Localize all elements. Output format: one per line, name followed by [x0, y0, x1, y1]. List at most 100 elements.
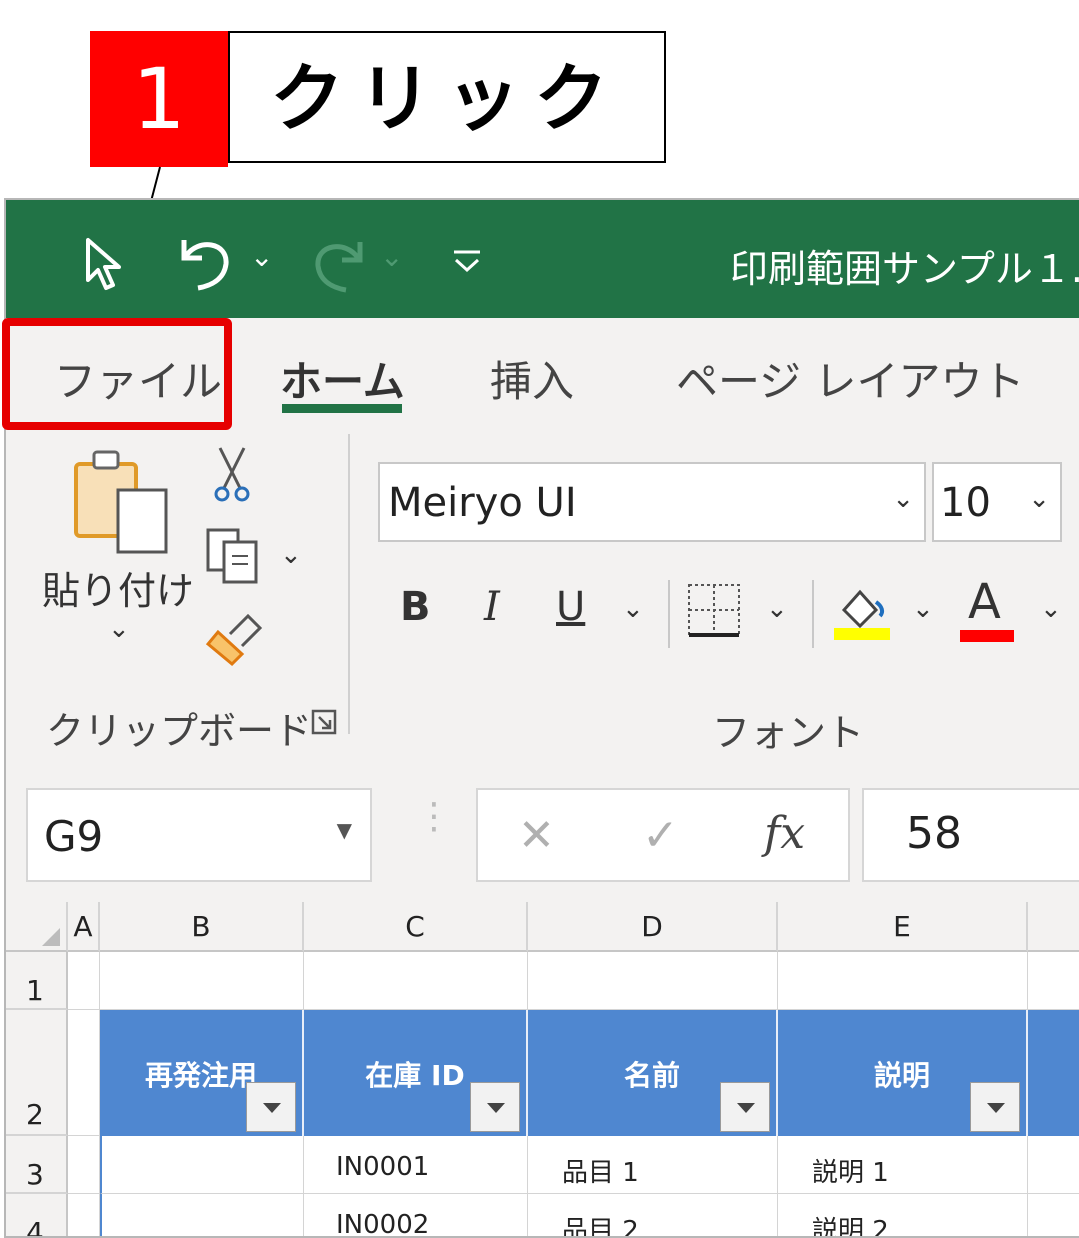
- borders-icon[interactable]: [686, 582, 742, 638]
- cut-icon[interactable]: [210, 444, 254, 504]
- table-cell[interactable]: IN0001: [304, 1136, 528, 1194]
- copy-icon[interactable]: [204, 526, 268, 586]
- borders-dropdown-chevron-icon[interactable]: ⌄: [766, 594, 788, 624]
- table-cell[interactable]: IN0002: [304, 1194, 528, 1236]
- table-header-label: 在庫 ID: [365, 1059, 465, 1092]
- select-all-corner[interactable]: [6, 902, 68, 952]
- table-cell[interactable]: [100, 1136, 304, 1194]
- paste-dropdown-chevron-icon[interactable]: ⌄: [108, 614, 130, 644]
- table-cell[interactable]: 説明 2: [778, 1194, 1028, 1236]
- ribbon-home: 貼り付け ⌄ ⌄ クリップボード Meiryo UI ⌄ 10 ⌄ B I U …: [6, 434, 1079, 755]
- table-header-label: 説明: [873, 1059, 930, 1092]
- font-name-chevron-icon[interactable]: ⌄: [892, 484, 914, 514]
- select-all-icon: [42, 928, 60, 946]
- font-group-label: フォント: [712, 711, 865, 755]
- column-header-e[interactable]: E: [778, 902, 1028, 952]
- toolbar-separator: [668, 580, 670, 648]
- table-cell[interactable]: [1028, 1194, 1079, 1236]
- filter-dropdown-icon[interactable]: [246, 1082, 296, 1132]
- column-header-b[interactable]: B: [100, 902, 304, 952]
- filter-dropdown-icon[interactable]: [970, 1082, 1020, 1132]
- customize-toolbar-icon[interactable]: [450, 248, 484, 274]
- table-cell[interactable]: 説明 1: [778, 1136, 1028, 1194]
- clipboard-group-label: クリップボード: [46, 709, 313, 753]
- redo-dropdown-chevron-icon: ⌄: [380, 240, 404, 273]
- column-header-d[interactable]: D: [528, 902, 778, 952]
- clipboard-launcher-icon[interactable]: [310, 708, 338, 736]
- formula-bar-grip-icon[interactable]: ⋮: [416, 799, 452, 835]
- cell[interactable]: [68, 952, 100, 1010]
- redo-icon: [315, 242, 363, 293]
- table-header-cell[interactable]: 名前: [528, 1010, 778, 1136]
- cell[interactable]: [68, 1194, 100, 1236]
- cell[interactable]: [528, 952, 778, 1010]
- enter-icon[interactable]: ✓: [642, 810, 679, 861]
- paste-icon[interactable]: [72, 444, 172, 556]
- cell[interactable]: [68, 1136, 100, 1194]
- font-size-chevron-icon[interactable]: ⌄: [1028, 484, 1050, 514]
- table-header-cell[interactable]: [1028, 1010, 1079, 1136]
- table-cell[interactable]: 品目 2: [528, 1194, 778, 1236]
- font-color-swatch: [960, 630, 1014, 642]
- table-header-label: 再発注用: [144, 1059, 257, 1092]
- undo-dropdown-chevron-icon[interactable]: ⌄: [250, 240, 273, 273]
- italic-button[interactable]: I: [484, 584, 500, 630]
- formula-input[interactable]: 58: [862, 788, 1079, 882]
- toolbar-separator: [812, 580, 814, 648]
- row-header-3[interactable]: 3: [6, 1136, 68, 1194]
- bold-button[interactable]: B: [400, 584, 431, 630]
- table-header-cell[interactable]: 在庫 ID: [304, 1010, 528, 1136]
- row-header-4[interactable]: 4: [6, 1194, 68, 1236]
- tab-home[interactable]: ホーム: [280, 348, 405, 409]
- table-header-cell[interactable]: 説明: [778, 1010, 1028, 1136]
- column-header-c[interactable]: C: [304, 902, 528, 952]
- row-header-2[interactable]: 2: [6, 1010, 68, 1136]
- font-name-combo[interactable]: Meiryo UI ⌄: [378, 462, 926, 542]
- cell[interactable]: [304, 952, 528, 1010]
- fill-color-icon[interactable]: [830, 580, 894, 642]
- cell[interactable]: [100, 952, 304, 1010]
- underline-dropdown-chevron-icon[interactable]: ⌄: [622, 594, 644, 624]
- table-header-label: 名前: [623, 1059, 680, 1092]
- format-painter-icon[interactable]: [202, 610, 266, 668]
- font-size-value: 10: [940, 480, 991, 526]
- insert-function-icon[interactable]: fx: [764, 808, 805, 859]
- tab-page-layout[interactable]: ページ レイアウト: [676, 348, 1025, 409]
- underline-button[interactable]: U: [556, 584, 585, 630]
- table-cell[interactable]: [1028, 1136, 1079, 1194]
- column-header-a[interactable]: A: [68, 902, 100, 952]
- row-header-1[interactable]: 1: [6, 952, 68, 1010]
- formula-value: 58: [906, 808, 962, 859]
- document-title: 印刷範囲サンプル１.: [730, 247, 1079, 291]
- fill-color-dropdown-chevron-icon[interactable]: ⌄: [912, 594, 934, 624]
- cancel-icon[interactable]: ✕: [518, 810, 555, 861]
- table-header-cell[interactable]: 再発注用: [100, 1010, 304, 1136]
- filter-dropdown-icon[interactable]: [720, 1082, 770, 1132]
- cell[interactable]: [68, 1010, 100, 1136]
- active-tab-indicator: [282, 404, 402, 413]
- filter-dropdown-icon[interactable]: [470, 1082, 520, 1132]
- name-box-value: G9: [44, 812, 104, 861]
- worksheet-grid: A B C D E 1 2 3 4 再発注用 在庫 ID 名前 説明 IN000…: [6, 902, 1079, 1236]
- copy-dropdown-chevron-icon[interactable]: ⌄: [280, 540, 302, 570]
- font-size-combo[interactable]: 10 ⌄: [932, 462, 1062, 542]
- font-name-value: Meiryo UI: [388, 480, 577, 526]
- column-header-f[interactable]: [1028, 902, 1079, 952]
- cell[interactable]: [778, 952, 1028, 1010]
- name-box[interactable]: G9 ▼: [26, 788, 372, 882]
- file-tab-highlight: [2, 318, 232, 430]
- title-bar: ⌄ ⌄ 印刷範囲サンプル１.: [6, 200, 1079, 318]
- tab-insert[interactable]: 挿入: [490, 348, 574, 409]
- group-separator: [348, 434, 350, 734]
- touch-mode-icon[interactable]: [82, 236, 126, 292]
- font-color-dropdown-chevron-icon[interactable]: ⌄: [1040, 594, 1062, 624]
- formula-buttons: ✕ ✓ fx: [476, 788, 850, 882]
- table-cell[interactable]: 品目 1: [528, 1136, 778, 1194]
- font-color-button[interactable]: A: [968, 574, 1001, 630]
- name-box-dropdown-icon[interactable]: ▼: [337, 818, 352, 842]
- formula-bar: G9 ▼ ⋮ ✕ ✓ fx 58: [6, 752, 1079, 902]
- cell[interactable]: [1028, 952, 1079, 1010]
- paste-label[interactable]: 貼り付け: [42, 560, 194, 615]
- table-cell[interactable]: [100, 1194, 304, 1236]
- undo-icon[interactable]: [176, 232, 236, 292]
